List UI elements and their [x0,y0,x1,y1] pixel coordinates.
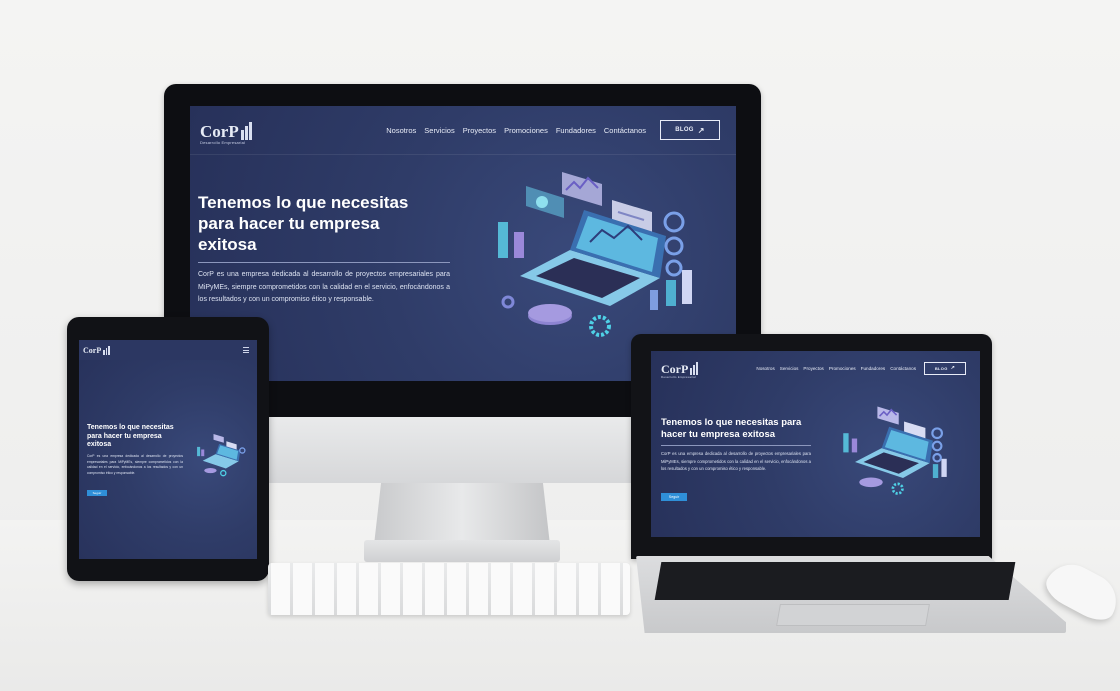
blog-button-label: BLOG [675,127,694,133]
nav-link-nosotros[interactable]: Nosotros [386,126,416,135]
laptop-nav-fundadores[interactable]: Fundadores [861,366,886,371]
site-logo[interactable]: CorP Desarrollo Empresarial [200,122,252,145]
external-link-icon: ↗ [697,125,705,135]
tablet-hero-description: CorP es una empresa dedicada al desarrol… [87,454,183,475]
isometric-laptop-illustration [498,172,692,337]
laptop-nav-nosotros[interactable]: Nosotros [756,366,774,371]
tablet-twitter-button[interactable]: Seguir [87,490,107,496]
laptop-navbar: CorP Desarrollo Empresarial Nosotros Ser… [651,351,980,385]
laptop-hero-description: CorP es una empresa dedicada al desarrol… [661,451,811,471]
hero-title: Tenemos lo que necesitas para hacer tu e… [198,193,409,254]
laptop-hero-title: Tenemos lo que necesitas para hacer tu e… [661,417,802,440]
desktop-keyboard [268,563,630,615]
tablet-hero-title: Tenemos lo que necesitas para hacer tu e… [87,424,174,448]
laptop-nav-proyectos[interactable]: Proyectos [803,366,823,371]
laptop-blog-button[interactable]: BLOG ↗ [924,361,966,375]
laptop-logo[interactable]: CorP Desarrollo Empresarial [661,361,699,378]
tablet-website: CorP Tenemos lo que necesitas para hacer… [79,340,257,559]
laptop-trackpad [776,604,930,626]
laptop-website: CorP Desarrollo Empresarial Nosotros Ser… [651,351,980,537]
tablet-illustration [197,434,246,477]
tablet-logo[interactable]: CorP [83,345,110,355]
nav-link-promociones[interactable]: Promociones [504,126,548,135]
hero-description: CorP es una empresa dedicada al desarrol… [198,271,450,303]
nav-link-fundadores[interactable]: Fundadores [556,126,596,135]
laptop-twitter-button[interactable]: Seguir [661,493,687,501]
laptop-external-link-icon: ↗ [950,365,956,371]
navbar-divider [190,154,736,155]
laptop-blog-label: BLOG [934,365,948,371]
blog-button[interactable]: BLOG ↗ [660,120,720,140]
monitor-stand [374,483,550,545]
laptop-illustration [843,406,947,495]
laptop-hero-divider [661,445,811,446]
nav-link-servicios[interactable]: Servicios [424,126,454,135]
laptop-nav-contactanos[interactable]: Contáctanos [890,366,916,371]
laptop-nav-promociones[interactable]: Promociones [829,366,856,371]
monitor-stand-base [364,540,560,562]
nav-link-contactanos[interactable]: Contáctanos [604,126,646,135]
laptop-nav-servicios[interactable]: Servicios [780,366,799,371]
hero-divider [198,262,450,263]
site-navbar: CorP Desarrollo Empresarial Nosotros Ser… [190,106,736,154]
laptop-keyboard [654,562,1016,600]
nav-link-proyectos[interactable]: Proyectos [463,126,496,135]
hamburger-icon[interactable] [243,347,249,353]
tablet-navbar: CorP [79,340,257,360]
